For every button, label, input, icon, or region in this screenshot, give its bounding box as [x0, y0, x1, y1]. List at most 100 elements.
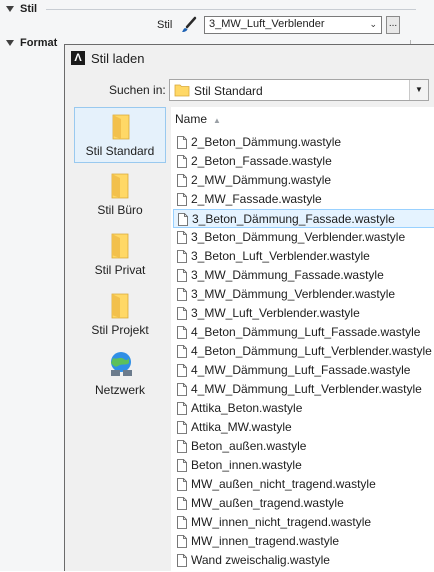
collapse-triangle-icon[interactable]: [6, 40, 14, 46]
file-item[interactable]: Attika_Beton.wastyle: [173, 399, 434, 418]
column-name-label: Name: [175, 112, 208, 126]
place-item[interactable]: Netzwerk: [74, 347, 166, 403]
file-item[interactable]: MW_innen_tragend.wastyle: [173, 532, 434, 551]
file-item[interactable]: Beton_außen.wastyle: [173, 437, 434, 456]
column-header-name[interactable]: Name ▲: [175, 112, 221, 126]
section-divider: [46, 9, 416, 10]
chevron-down-icon: ⌄: [369, 19, 377, 29]
place-item[interactable]: Stil Büro: [74, 167, 166, 223]
brush-icon: [182, 16, 197, 32]
document-icon: [177, 364, 187, 377]
dropdown-arrow-icon[interactable]: ▼: [409, 80, 428, 100]
network-icon: [111, 352, 132, 376]
file-name: 4_MW_Dämmung_Luft_Fassade.wastyle: [191, 363, 411, 377]
file-name: 3_Beton_Luft_Verblender.wastyle: [191, 249, 370, 263]
file-item[interactable]: 3_Beton_Luft_Verblender.wastyle: [173, 247, 434, 266]
file-item[interactable]: Wand zweischalig.wastyle: [173, 551, 434, 570]
collapse-triangle-icon[interactable]: [6, 6, 14, 12]
stil-label: Stil: [157, 19, 173, 31]
file-name: 2_Beton_Dämmung.wastyle: [191, 135, 342, 149]
place-label: Stil Privat: [94, 263, 146, 277]
document-icon: [177, 250, 187, 263]
document-icon: [177, 269, 187, 282]
file-name: MW_innen_nicht_tragend.wastyle: [191, 515, 372, 529]
look-in-value: Stil Standard: [194, 84, 263, 98]
file-item[interactable]: 3_MW_Luft_Verblender.wastyle: [173, 304, 434, 323]
place-label: Stil Standard: [85, 144, 155, 158]
document-icon: [177, 497, 187, 510]
places-bar: Stil Standard Stil Büro Stil Privat Stil Pr…: [71, 107, 166, 572]
file-item[interactable]: 2_MW_Fassade.wastyle: [173, 190, 434, 209]
file-name: 2_Beton_Fassade.wastyle: [191, 154, 332, 168]
file-item[interactable]: 2_Beton_Dämmung.wastyle: [173, 133, 434, 152]
section-stil-label: Stil: [20, 3, 38, 15]
file-item[interactable]: MW_außen_tragend.wastyle: [173, 494, 434, 513]
place-item[interactable]: Stil Privat: [74, 227, 166, 283]
document-icon: [177, 174, 187, 187]
file-name: 2_MW_Fassade.wastyle: [191, 192, 322, 206]
file-item[interactable]: MW_innen_nicht_tragend.wastyle: [173, 513, 434, 532]
file-name: MW_außen_nicht_tragend.wastyle: [191, 477, 376, 491]
place-item[interactable]: Stil Standard: [74, 107, 166, 163]
stil-laden-dialog: Λ Stil laden Suchen in: Stil Standard ▼ …: [64, 44, 434, 572]
file-item[interactable]: 3_Beton_Dämmung_Verblender.wastyle: [173, 228, 434, 247]
folder-icon: [174, 84, 190, 97]
document-icon: [177, 383, 187, 396]
document-icon: [177, 288, 187, 301]
section-stil-header[interactable]: Stil: [6, 3, 37, 15]
file-item[interactable]: 4_MW_Dämmung_Luft_Verblender.wastyle: [173, 380, 434, 399]
stil-select[interactable]: 3_MW_Luft_Verblender ⌄: [204, 16, 382, 34]
file-name: Beton_innen.wastyle: [191, 458, 302, 472]
file-item[interactable]: 2_MW_Dämmung.wastyle: [173, 171, 434, 190]
file-item[interactable]: 4_Beton_Dämmung_Luft_Verblender.wastyle: [173, 342, 434, 361]
app-logo-icon: Λ: [71, 51, 85, 65]
file-list[interactable]: Name ▲ 2_Beton_Dämmung.wastyle 2_Beton_Fas…: [171, 107, 434, 572]
stil-select-value: 3_MW_Luft_Verblender: [209, 18, 325, 30]
document-icon: [177, 402, 187, 415]
file-name: 3_Beton_Dämmung_Fassade.wastyle: [192, 212, 395, 226]
place-label: Stil Projekt: [91, 323, 149, 337]
file-name: Attika_MW.wastyle: [191, 420, 292, 434]
file-name: 3_MW_Dämmung_Fassade.wastyle: [191, 268, 384, 282]
file-name: MW_innen_tragend.wastyle: [191, 534, 340, 548]
section-format-label: Format: [20, 37, 58, 49]
file-name: Beton_außen.wastyle: [191, 439, 307, 453]
file-item[interactable]: Attika_MW.wastyle: [173, 418, 434, 437]
file-name: Attika_Beton.wastyle: [191, 401, 303, 415]
section-format-header[interactable]: Format: [6, 37, 57, 49]
file-name: Wand zweischalig.wastyle: [191, 553, 330, 567]
document-icon: [177, 307, 187, 320]
file-item[interactable]: 3_MW_Dämmung_Verblender.wastyle: [173, 285, 434, 304]
file-name: 3_MW_Dämmung_Verblender.wastyle: [191, 287, 396, 301]
file-name: 2_MW_Dämmung.wastyle: [191, 173, 332, 187]
file-item[interactable]: MW_außen_nicht_tragend.wastyle: [173, 475, 434, 494]
file-item[interactable]: 4_Beton_Dämmung_Luft_Fassade.wastyle: [173, 323, 434, 342]
file-name: 4_MW_Dämmung_Luft_Verblender.wastyle: [191, 382, 422, 396]
document-icon: [177, 421, 187, 434]
file-item[interactable]: 3_MW_Dämmung_Fassade.wastyle: [173, 266, 434, 285]
file-name: 4_Beton_Dämmung_Luft_Verblender.wastyle: [191, 344, 432, 358]
file-item[interactable]: 4_MW_Dämmung_Luft_Fassade.wastyle: [173, 361, 434, 380]
dialog-title: Stil laden: [91, 51, 145, 66]
folder-icon: [112, 114, 130, 140]
file-name: 3_Beton_Dämmung_Verblender.wastyle: [191, 230, 406, 244]
look-in-combobox[interactable]: Stil Standard ▼: [169, 79, 429, 101]
document-icon: [177, 326, 187, 339]
document-icon: [177, 478, 187, 491]
file-item[interactable]: 3_Beton_Dämmung_Fassade.wastyle: [173, 209, 434, 228]
folder-icon: [111, 233, 129, 259]
document-icon: [177, 345, 187, 358]
file-name: 4_Beton_Dämmung_Luft_Fassade.wastyle: [191, 325, 421, 339]
sort-ascending-icon: ▲: [213, 116, 221, 125]
dialog-titlebar[interactable]: Λ Stil laden: [65, 45, 434, 72]
more-button[interactable]: ...: [386, 16, 400, 34]
document-icon: [178, 213, 188, 226]
place-item[interactable]: Stil Projekt: [74, 287, 166, 343]
file-item[interactable]: Beton_innen.wastyle: [173, 456, 434, 475]
document-icon: [177, 535, 187, 548]
place-label: Stil Büro: [97, 203, 143, 217]
place-label: Netzwerk: [94, 383, 145, 397]
file-item[interactable]: 2_Beton_Fassade.wastyle: [173, 152, 434, 171]
document-icon: [177, 554, 187, 567]
folder-icon: [111, 173, 129, 199]
